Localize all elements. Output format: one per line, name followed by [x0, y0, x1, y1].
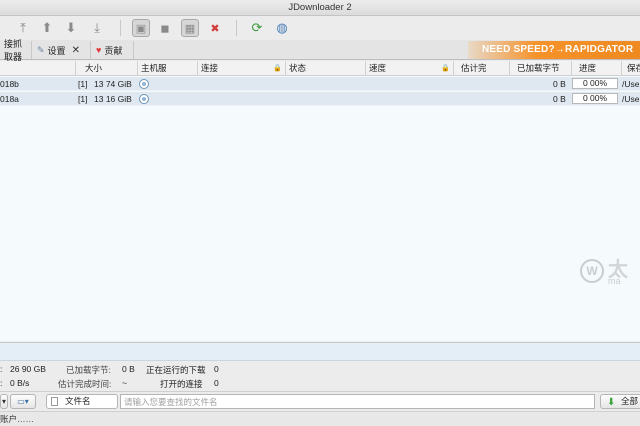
- toolbar-separator: [236, 20, 237, 36]
- heart-icon: ♥: [96, 45, 102, 55]
- tab-link-grabber[interactable]: 接抓取器: [0, 39, 32, 62]
- move-to-top-icon: ⤒: [20, 20, 26, 35]
- row-save-path: /Use: [622, 79, 640, 89]
- auto-reconnect-button[interactable]: ▦: [181, 19, 199, 37]
- download-table: 大小 主机服 连接 🔒 状态 速度 🔒 估计完 已加载字节 进度 保存 018b […: [0, 61, 640, 341]
- toolbar: ⤒ ⬆ ⬇ ⤓ ▣ ◼ ▦ ✖ ⟳ ◍: [0, 16, 640, 40]
- tab-contribute-label: 贡献: [104, 45, 123, 56]
- premium-toggle-button[interactable]: ✖: [206, 19, 224, 37]
- search-field-select[interactable]: 文件名: [46, 394, 118, 409]
- status-footer: 账户……: [0, 411, 640, 426]
- stat-eta-value: ~: [122, 378, 127, 388]
- column-header-size[interactable]: 大小: [76, 61, 138, 76]
- footer-text: 账户……: [0, 414, 35, 424]
- stat-separator: :: [0, 364, 3, 374]
- watermark: W 太 ma: [580, 251, 640, 291]
- row-progress: 0 00%: [572, 93, 618, 104]
- search-input[interactable]: [120, 394, 595, 409]
- host-icon: [139, 79, 149, 89]
- table-view-icon: ▭▾: [17, 397, 29, 406]
- move-up-button[interactable]: ⬆: [38, 19, 56, 37]
- row-loaded: 0 B: [553, 79, 566, 89]
- lock-icon: 🔒: [273, 65, 282, 72]
- stat-eta-label: 估计完成时间:: [58, 379, 112, 389]
- move-to-bottom-button[interactable]: ⤓: [88, 19, 106, 37]
- wrench-icon: ✎: [37, 44, 45, 55]
- row-name: 018b: [0, 79, 19, 89]
- tab-settings-label: 设置: [47, 45, 66, 56]
- row-save-path: /Use: [622, 94, 640, 104]
- table-header: 大小 主机服 连接 🔒 状态 速度 🔒 估计完 已加载字节 进度 保存: [0, 61, 640, 76]
- premium-off-icon: ✖: [210, 22, 220, 35]
- window-title: JDownloader 2: [288, 2, 352, 13]
- stats-strip: [0, 343, 640, 361]
- row-progress: 0 00%: [572, 78, 618, 89]
- promo-text: NEED SPEED?→RAPIDGATOR: [482, 44, 634, 55]
- column-header-loaded[interactable]: 已加载字节: [510, 61, 572, 76]
- window-titlebar: JDownloader 2: [0, 0, 640, 16]
- clipboard-monitor-button[interactable]: ▣: [132, 19, 150, 37]
- row-loaded: 0 B: [553, 94, 566, 104]
- move-down-button[interactable]: ⬇: [62, 19, 80, 37]
- stat-total-size: 26 90 GB: [10, 364, 46, 374]
- move-down-icon: ⬇: [65, 20, 77, 35]
- search-field-label: 文件名: [65, 396, 91, 406]
- row-count: [1]: [78, 79, 88, 89]
- column-header-speed[interactable]: 速度 🔒: [366, 61, 454, 76]
- stat-running-label: 正在运行的下载: [146, 365, 206, 375]
- stat-loaded-value: 0 B: [122, 364, 135, 374]
- move-up-icon: ⬆: [41, 20, 53, 35]
- table-row[interactable]: 018b [1] 13 74 GiB 0 B 0 00% /Use: [0, 77, 640, 91]
- row-size: 13 74 GiB: [94, 79, 132, 89]
- column-header-progress[interactable]: 进度: [572, 61, 622, 76]
- column-header-host[interactable]: 主机服: [138, 61, 198, 76]
- reconnect-icon: ⟳: [251, 20, 263, 35]
- move-to-top-button[interactable]: ⤒: [14, 19, 32, 37]
- silent-mode-icon: ◼: [160, 22, 170, 35]
- table-row[interactable]: 018a [1] 13 16 GiB 0 B 0 00% /Use: [0, 92, 640, 106]
- row-name: 018a: [0, 94, 19, 104]
- stat-separator: :: [0, 378, 3, 388]
- tab-contribute[interactable]: ♥ 贡献: [92, 41, 134, 59]
- toolbar-separator: [120, 20, 121, 36]
- column-header-eta[interactable]: 估计完: [454, 61, 510, 76]
- auto-reconnect-icon: ▦: [184, 22, 196, 35]
- table-view-button[interactable]: ▭▾: [10, 394, 36, 409]
- show-all-button[interactable]: ⬇ 全部: [600, 394, 640, 409]
- chevron-down-icon: ▾: [1, 397, 6, 406]
- close-icon[interactable]: ✕: [72, 45, 80, 56]
- watermark-sub: ma: [608, 276, 621, 286]
- stats-panel: : 26 90 GB 已加载字节: 0 B 正在运行的下载 0 : 0 B/s …: [0, 342, 640, 390]
- show-all-label: 全部: [621, 396, 639, 406]
- column-header-save-to[interactable]: 保存: [622, 61, 640, 76]
- column-header-status[interactable]: 状态: [286, 61, 366, 76]
- stat-connections-value: 0: [214, 378, 219, 388]
- clipboard-monitor-icon: ▣: [135, 22, 147, 35]
- stat-connections-label: 打开的连接: [160, 379, 203, 389]
- update-icon: ◍: [276, 20, 288, 35]
- view-options-button[interactable]: ▾: [0, 394, 8, 409]
- search-bar: ▾ ▭▾ 文件名 ⬇ 全部: [0, 391, 640, 410]
- tab-settings[interactable]: ✎ 设置 ✕: [33, 41, 91, 59]
- host-icon: [139, 94, 149, 104]
- reconnect-button[interactable]: ⟳: [248, 19, 266, 37]
- row-size: 13 16 GiB: [94, 94, 132, 104]
- download-arrow-icon: ⬇: [607, 397, 616, 408]
- silent-mode-button[interactable]: ◼: [156, 19, 174, 37]
- tab-bar: 接抓取器 ✎ 设置 ✕ ♥ 贡献 NEED SPEED?→RAPIDGATOR: [0, 39, 640, 62]
- promo-banner[interactable]: NEED SPEED?→RAPIDGATOR: [468, 41, 640, 59]
- move-to-bottom-icon: ⤓: [94, 20, 100, 35]
- watermark-logo-icon: W: [580, 259, 604, 283]
- stat-loaded-label: 已加载字节:: [66, 365, 111, 375]
- stat-running-value: 0: [214, 364, 219, 374]
- row-count: [1]: [78, 94, 88, 104]
- column-header-connections[interactable]: 连接 🔒: [198, 61, 286, 76]
- tab-link-grabber-label: 接抓取器: [4, 39, 23, 62]
- update-button[interactable]: ◍: [273, 19, 291, 37]
- lock-icon: 🔒: [441, 65, 450, 72]
- column-header-name[interactable]: [0, 61, 76, 76]
- document-icon: [51, 397, 58, 406]
- stat-speed: 0 B/s: [10, 378, 30, 388]
